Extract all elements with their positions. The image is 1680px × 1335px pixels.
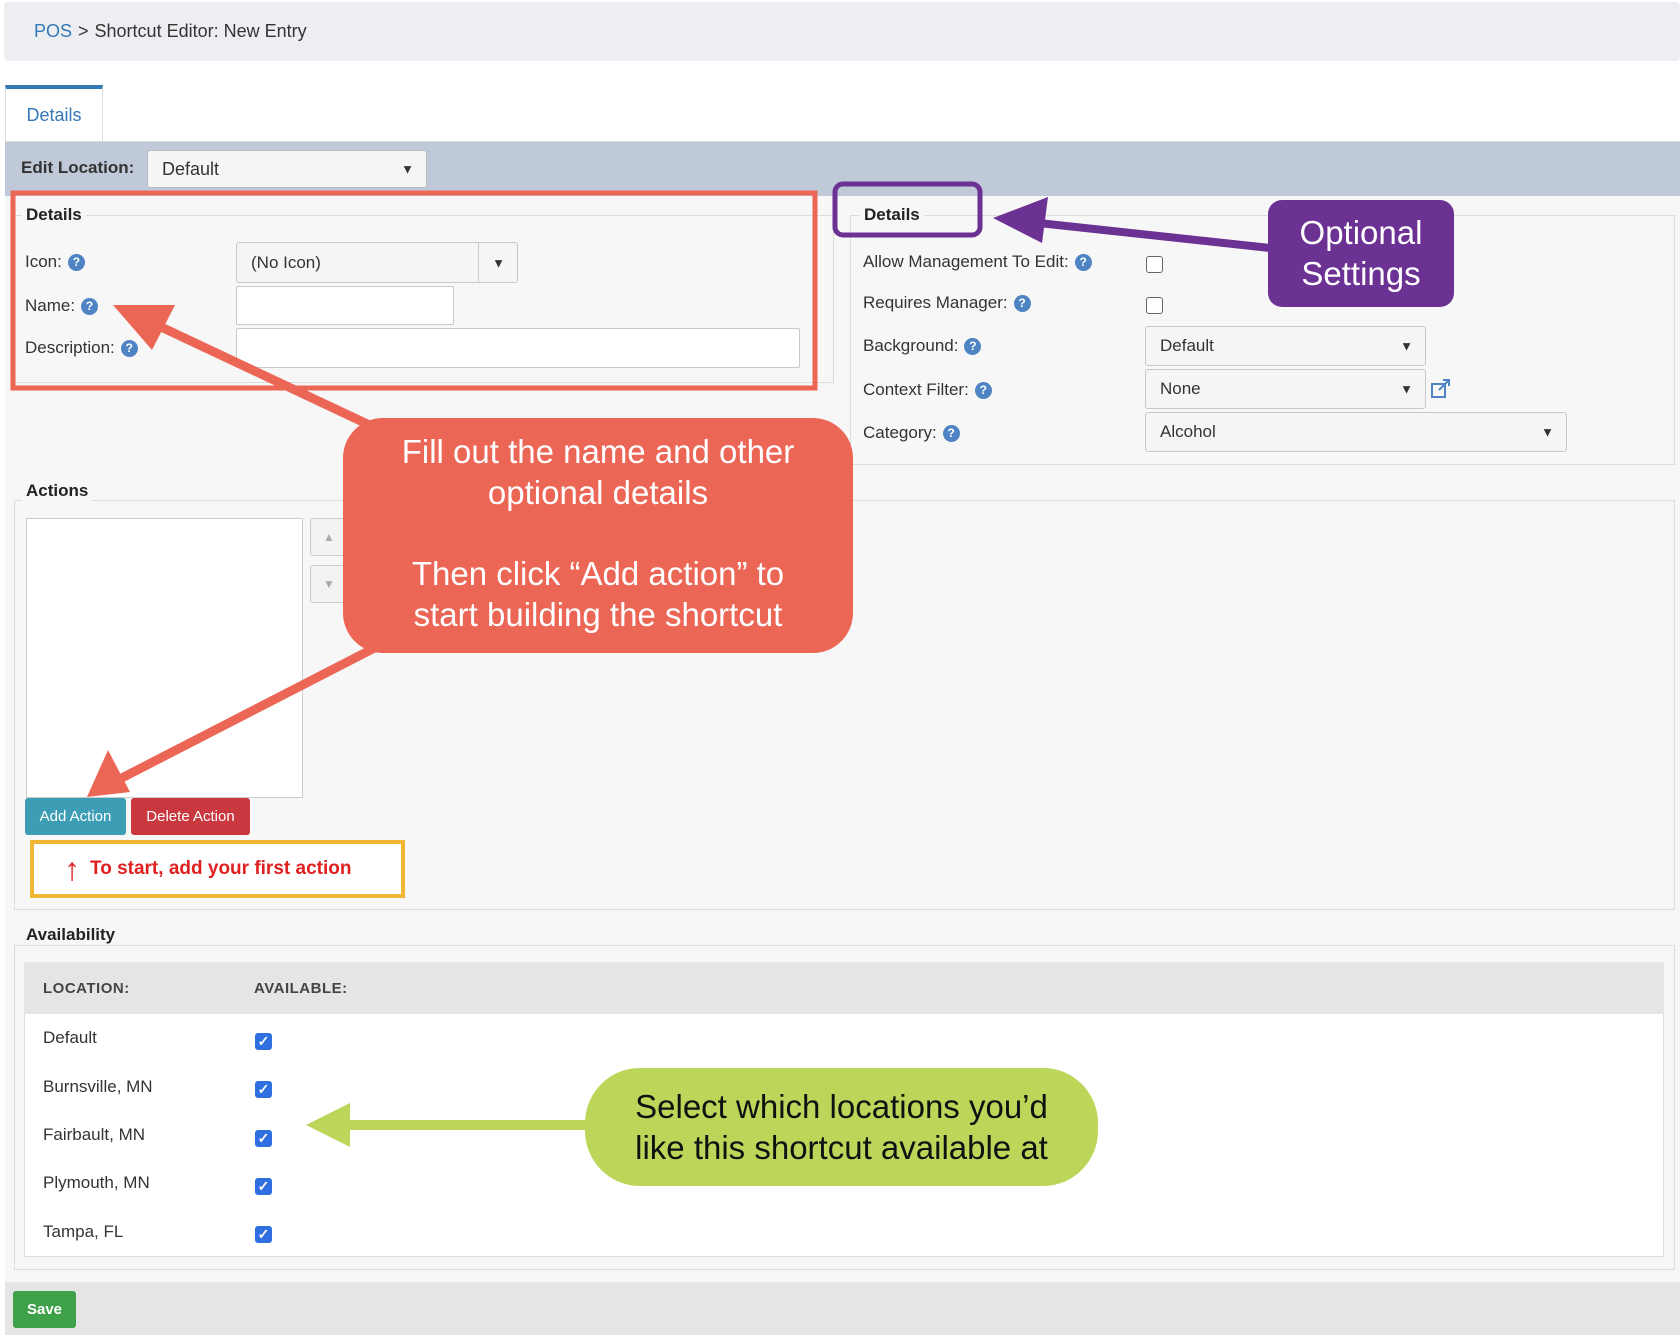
fill-details-callout: Fill out the name and other optional det… [343,418,853,653]
allow-management-label: Allow Management To Edit: ? [863,252,1092,272]
fill-callout-line1: Fill out the name and other [401,433,795,470]
caret-divider [478,243,479,282]
background-label: Background: ? [863,336,982,356]
help-icon[interactable]: ? [81,297,99,315]
description-label: Description: ? [25,338,138,358]
category-label: Category: ? [863,423,960,443]
first-action-hint-text: To start, add your first action [90,858,352,879]
context-filter-value: None [1160,379,1201,398]
available-checkbox[interactable]: ✓ [255,1178,272,1195]
tab-details[interactable]: Details [5,85,103,142]
locations-callout-line1: Select which locations you’d [635,1088,1048,1125]
background-value: Default [1160,336,1214,355]
table-row-location: Plymouth, MN [43,1173,150,1192]
requires-manager-label: Requires Manager: ? [863,293,1031,313]
requires-manager-checkbox[interactable] [1146,297,1163,314]
allow-management-checkbox[interactable] [1146,256,1163,273]
help-icon[interactable]: ? [1074,253,1092,271]
table-row-location: Tampa, FL [43,1222,124,1241]
description-field[interactable] [236,328,800,368]
icon-select[interactable]: (No Icon) ▼ [236,242,518,283]
table-row-location: Fairbault, MN [43,1125,146,1144]
caret-down-icon: ▼ [1400,338,1413,354]
footer-bar [5,1282,1680,1335]
breadcrumb-separator: > [78,21,89,41]
caret-down-icon: ▼ [401,161,414,177]
caret-down-icon: ▼ [1400,381,1413,397]
help-icon[interactable]: ? [942,424,960,442]
background-select[interactable]: Default ▼ [1145,326,1426,366]
help-icon[interactable]: ? [964,337,982,355]
available-checkbox[interactable]: ✓ [255,1081,272,1098]
icon-select-value: (No Icon) [251,252,321,272]
edit-location-value: Default [162,159,220,179]
availability-legend: Availability [22,925,120,945]
actions-list[interactable] [26,518,303,798]
available-checkbox[interactable]: ✓ [255,1226,272,1243]
icon-label-text: Icon: [25,252,62,271]
delete-action-button[interactable]: Delete Action [131,798,250,835]
fill-callout-line2: optional details [487,474,709,511]
optional-callout-line2: Settings [1301,255,1421,292]
category-label-text: Category: [863,423,937,442]
external-link-icon[interactable] [1430,379,1452,399]
available-checkbox[interactable]: ✓ [255,1033,272,1050]
category-value: Alcohol [1160,422,1216,441]
edit-location-select[interactable]: Default ▼ [147,150,427,188]
breadcrumb-pos-link[interactable]: POS [34,21,72,42]
help-icon[interactable]: ? [120,339,138,357]
help-icon[interactable]: ? [67,253,85,271]
context-filter-select[interactable]: None ▼ [1145,369,1426,409]
context-filter-label: Context Filter: ? [863,380,992,400]
name-label: Name: ? [25,296,99,316]
caret-down-icon: ▼ [492,255,505,270]
fill-callout-line4: start building the shortcut [413,596,783,633]
table-row-location: Burnsville, MN [43,1077,153,1096]
optional-settings-callout: Optional Settings [1268,200,1454,307]
help-icon[interactable]: ? [1013,294,1031,312]
arrow-up-icon: ↑ [64,851,80,887]
background-label-text: Background: [863,336,959,355]
help-icon[interactable]: ? [974,381,992,399]
allow-management-label-text: Allow Management To Edit: [863,252,1069,271]
table-row-location: Default [43,1028,97,1047]
name-label-text: Name: [25,296,76,315]
context-filter-label-text: Context Filter: [863,380,969,399]
edit-location-label: Edit Location: [21,158,135,177]
column-header-available: AVAILABLE: [254,980,348,997]
optional-details-legend: Details [860,205,924,225]
breadcrumb: POS > Shortcut Editor: New Entry [4,2,1680,61]
fill-callout-line3: Then click “Add action” to [411,555,785,592]
locations-callout: Select which locations you’d like this s… [585,1068,1098,1186]
description-label-text: Description: [25,338,115,357]
save-button[interactable]: Save [13,1291,76,1328]
breadcrumb-current: Shortcut Editor: New Entry [94,21,307,41]
category-select[interactable]: Alcohol ▼ [1145,412,1567,452]
requires-manager-label-text: Requires Manager: [863,293,1008,312]
icon-label: Icon: ? [25,252,85,272]
first-action-hint: ↑ To start, add your first action [30,840,405,898]
available-checkbox[interactable]: ✓ [255,1130,272,1147]
actions-legend: Actions [22,481,93,501]
locations-callout-line2: like this shortcut available at [635,1129,1048,1166]
optional-callout-line1: Optional [1299,214,1423,251]
column-header-location: LOCATION: [43,980,130,997]
add-action-button[interactable]: Add Action [25,798,126,835]
caret-down-icon: ▼ [1541,424,1554,440]
name-field[interactable] [236,286,454,325]
details-legend: Details [22,205,86,225]
